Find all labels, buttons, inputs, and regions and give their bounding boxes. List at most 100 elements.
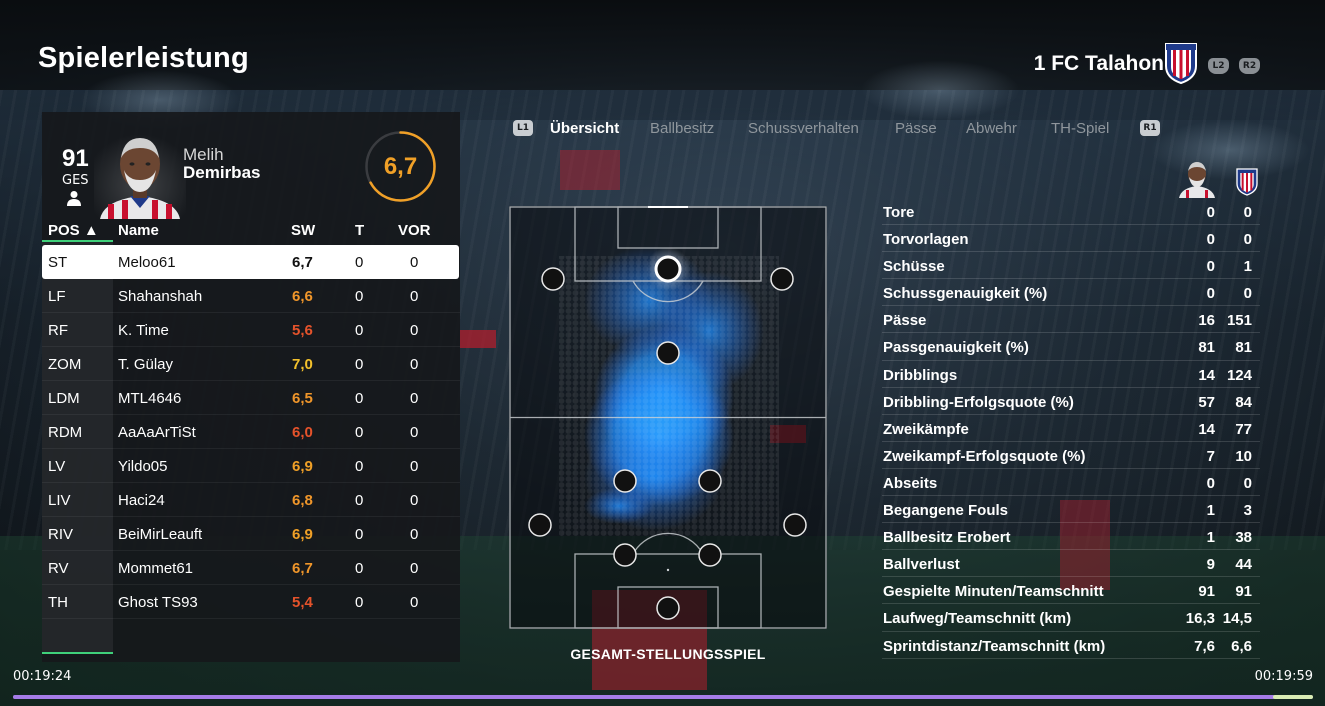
row-rating: 6,8 [292, 492, 313, 509]
player-avatar-icon [1179, 162, 1215, 198]
row-goals: 0 [355, 458, 364, 475]
row-position: LDM [48, 390, 80, 407]
row-position: RDM [48, 424, 83, 441]
stat-row: Abseits 0 0 [882, 469, 1260, 497]
stat-player-value: 57 [1198, 393, 1215, 411]
row-position: LV [48, 458, 66, 475]
player-list-panel: 91 GES Melih Demirbas 6,7 POS ▲ Name SW … [42, 112, 460, 662]
row-assists: 0 [410, 492, 419, 509]
stat-team-value: 0 [1243, 285, 1252, 303]
row-player-name: Shahanshah [118, 288, 203, 305]
match-rating-value: 6,7 [383, 152, 418, 180]
stat-team-value: 77 [1235, 420, 1252, 438]
header-vor[interactable]: VOR [398, 222, 431, 239]
stat-row: Dribbling-Erfolgsquote (%) 57 84 [882, 388, 1260, 415]
row-rating: 6,9 [292, 458, 313, 475]
player-marker [783, 513, 807, 537]
player-marker [656, 596, 680, 620]
row-player-name: BeiMirLeauft [118, 526, 203, 543]
l1-button-icon[interactable]: L1 [513, 120, 533, 136]
stat-label: Passgenauigkeit (%) [883, 339, 1029, 357]
stat-row: Zweikampf-Erfolgsquote (%) 7 10 [882, 442, 1260, 469]
table-row[interactable]: LDM MTL4646 6,5 0 0 [42, 381, 460, 415]
row-assists: 0 [410, 424, 419, 441]
stat-player-value: 0 [1206, 204, 1215, 221]
row-goals: 0 [355, 492, 364, 509]
row-player-name: MTL4646 [118, 390, 182, 407]
stat-row: Torvorlagen 0 0 [882, 225, 1260, 253]
tab-ballbesitz[interactable]: Ballbesitz [650, 120, 714, 137]
stat-row: Sprintdistanz/Teamschnitt (km) 7,6 6,6 [882, 632, 1260, 659]
stat-team-value: 84 [1235, 393, 1252, 411]
stat-label: Sprintdistanz/Teamschnitt (km) [883, 637, 1106, 655]
stat-row: Passgenauigkeit (%) 81 81 [882, 333, 1260, 361]
stat-player-value: 9 [1206, 556, 1215, 574]
table-row[interactable]: ZOM T. Gülay 7,0 0 0 [42, 347, 460, 381]
table-row[interactable]: LIV Haci24 6,8 0 0 [42, 483, 460, 517]
stat-player-value: 0 [1206, 258, 1215, 276]
header-name[interactable]: Name [118, 222, 159, 239]
row-position: ST [48, 254, 68, 271]
header-t[interactable]: T [355, 222, 364, 239]
tab-schussverhalten[interactable]: Schussverhalten [748, 120, 859, 137]
stat-player-value: 0 [1206, 231, 1215, 249]
l2-button-icon[interactable]: L2 [1208, 58, 1229, 74]
stat-row: Gespielte Minuten/Teamschnitt 91 91 [882, 577, 1260, 605]
r2-button-icon[interactable]: R2 [1239, 58, 1260, 74]
player-marker [528, 513, 552, 537]
row-assists: 0 [410, 458, 419, 475]
tab-th-spiel[interactable]: TH-Spiel [1051, 120, 1109, 137]
video-buffer-segment [1273, 695, 1313, 699]
stats-list: Tore 0 0 Torvorlagen 0 0 Schüsse 0 1 Schussgenaui… [882, 198, 1260, 659]
video-progress-bar[interactable] [13, 695, 1313, 699]
row-assists: 0 [410, 356, 419, 373]
header-pos[interactable]: POS ▲ [48, 222, 99, 239]
stat-player-value: 0 [1206, 285, 1215, 303]
table-row[interactable]: LF Shahanshah 6,6 0 0 [42, 279, 460, 313]
row-rating: 6,6 [292, 288, 313, 305]
team-crest-icon [1236, 168, 1258, 196]
stat-player-value: 16,3 [1185, 610, 1215, 628]
table-row[interactable]: ST Meloo61 6,7 0 0 [42, 245, 459, 279]
player-marker [613, 469, 637, 493]
tab-abwehr[interactable]: Abwehr [966, 120, 1017, 137]
row-player-name: Yildo05 [118, 458, 168, 475]
person-icon [67, 191, 81, 206]
stat-team-value: 0 [1243, 474, 1252, 492]
current-time: 00:19:24 [13, 669, 72, 684]
stat-label: Pässe [883, 312, 927, 330]
stat-label: Zweikampf-Erfolgsquote (%) [883, 447, 1086, 465]
row-position: RF [48, 322, 68, 339]
table-row[interactable]: TH Ghost TS93 5,4 0 0 [42, 585, 460, 619]
row-position: LIV [48, 492, 71, 509]
table-row[interactable]: RIV BeiMirLeauft 6,9 0 0 [42, 517, 460, 551]
table-row[interactable]: LV Yildo05 6,9 0 0 [42, 449, 460, 483]
stat-team-value: 0 [1243, 204, 1252, 221]
row-player-name: K. Time [118, 322, 169, 339]
overall-rating: 91 GES [62, 145, 89, 188]
row-position: ZOM [48, 356, 82, 373]
player-first-name: Melih [183, 145, 224, 164]
table-row[interactable]: RDM AaAaArTiSt 6,0 0 0 [42, 415, 460, 449]
stat-team-value: 6,6 [1231, 637, 1252, 655]
stat-player-value: 16 [1198, 312, 1215, 330]
row-rating: 6,7 [292, 560, 313, 577]
row-player-name: Haci24 [118, 492, 165, 509]
row-rating: 5,6 [292, 322, 313, 339]
stat-row: Ballbesitz Erobert 1 38 [882, 523, 1260, 551]
page-title: Spielerleistung [38, 42, 249, 74]
tab-paesse[interactable]: Pässe [895, 120, 937, 137]
stat-player-value: 7,6 [1194, 637, 1215, 655]
table-row[interactable]: RV Mommet61 6,7 0 0 [42, 551, 460, 585]
table-header: POS ▲ Name SW T VOR [42, 220, 460, 242]
row-goals: 0 [355, 594, 364, 611]
row-player-name: AaAaArTiSt [118, 424, 196, 441]
tab-uebersicht[interactable]: Übersicht [550, 120, 619, 137]
table-row[interactable]: RF K. Time 5,6 0 0 [42, 313, 460, 347]
row-rating: 5,4 [292, 594, 313, 611]
club-name: 1 FC Talahon [1033, 52, 1164, 75]
row-goals: 0 [355, 322, 364, 339]
r1-button-icon[interactable]: R1 [1140, 120, 1160, 136]
header-sw[interactable]: SW [291, 222, 315, 239]
overall-label: GES [62, 173, 89, 188]
